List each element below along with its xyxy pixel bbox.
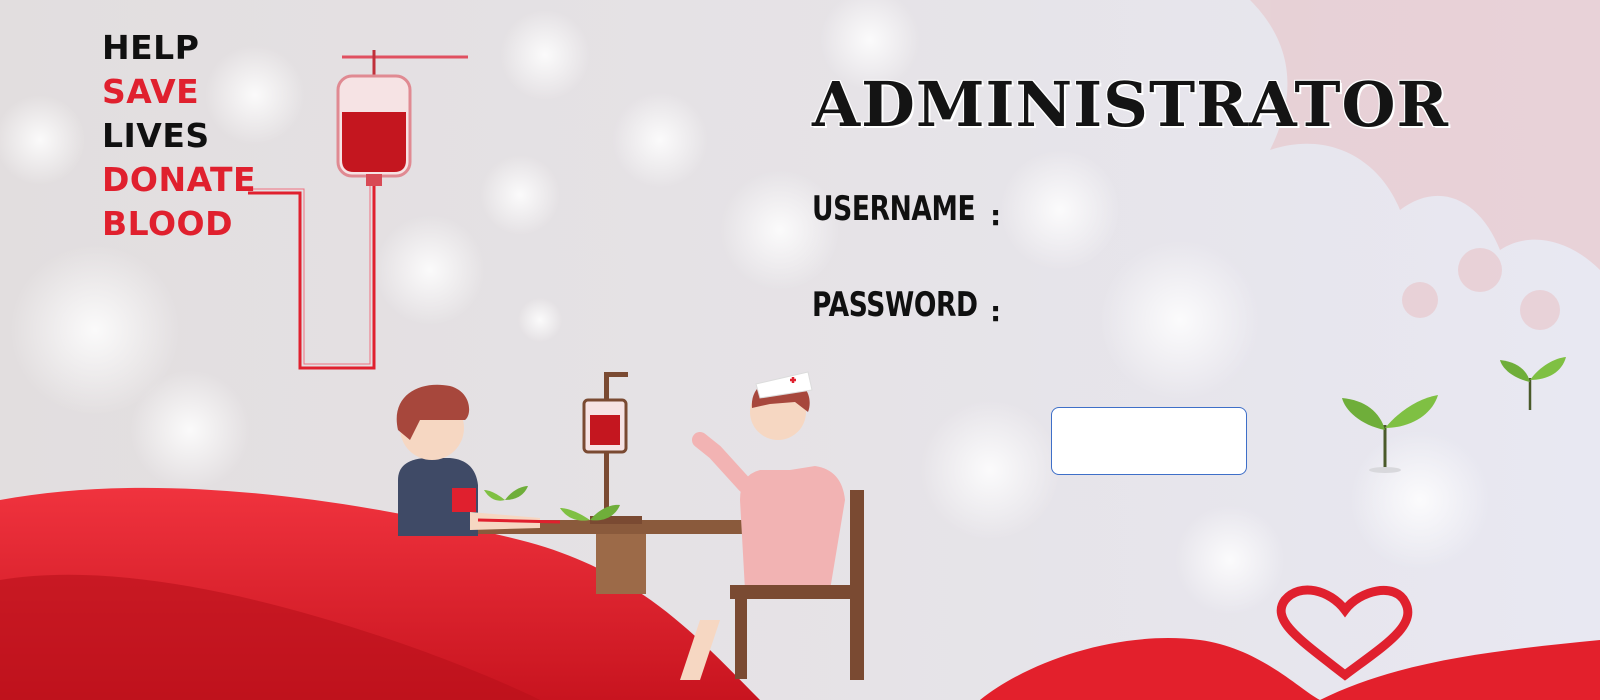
slogan-line-blood: BLOOD (102, 204, 234, 243)
slogan-line-save: SAVE (102, 72, 200, 111)
password-input[interactable] (1020, 292, 1324, 334)
slogan-text: HELP SAVE LIVES DONATE BLOOD (102, 26, 256, 246)
username-label: USERNAME (812, 189, 976, 229)
username-separator: : (990, 199, 1002, 232)
slogan-line-donate: DONATE (102, 160, 257, 199)
username-input[interactable] (1020, 196, 1324, 238)
password-separator: : (990, 295, 1002, 328)
slogan-line-lives: LIVES (102, 116, 210, 155)
slogan-line-help: HELP (102, 28, 200, 67)
page-title: ADMINISTRATOR (812, 68, 1449, 141)
password-label: PASSWORD (812, 285, 978, 325)
login-button[interactable] (1051, 407, 1247, 475)
